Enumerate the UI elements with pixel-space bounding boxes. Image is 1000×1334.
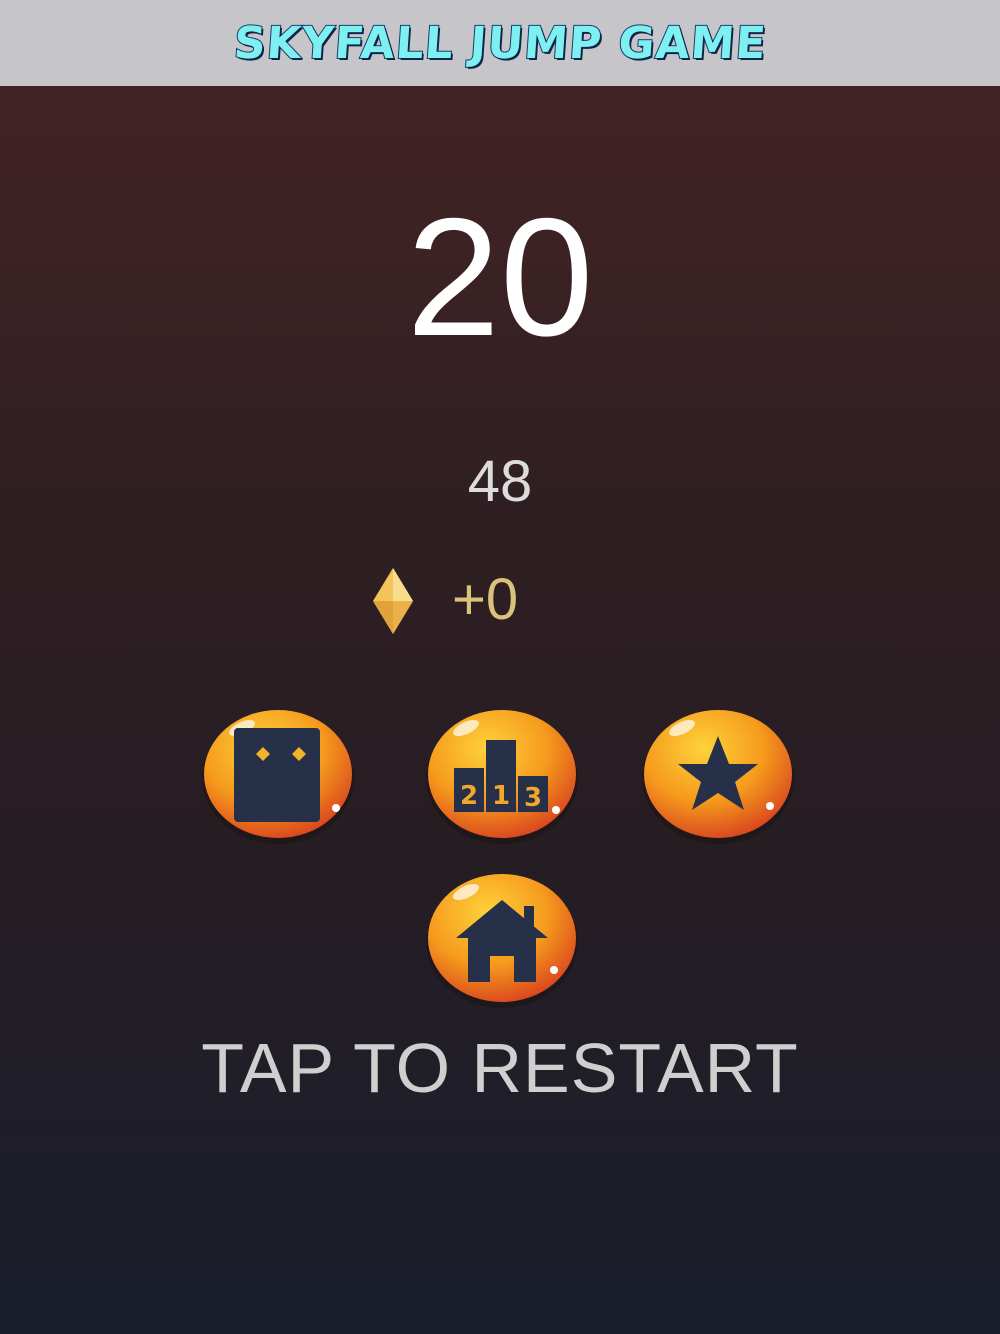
leaderboard-icon: 2 1 3	[426, 710, 578, 844]
star-icon	[642, 710, 794, 844]
podium-label-right: 3	[524, 783, 542, 813]
gem-icon	[373, 568, 413, 634]
tap-to-restart-label[interactable]: TAP TO RESTART	[0, 1028, 1000, 1108]
podium-label-left: 2	[460, 781, 478, 811]
current-score: 20	[406, 183, 594, 371]
app-title: SKYFALL JUMP GAME	[231, 17, 769, 70]
podium-label-center: 1	[492, 781, 510, 811]
leaderboard-button[interactable]: 2 1 3	[424, 706, 580, 846]
rate-button[interactable]	[640, 706, 796, 846]
home-button[interactable]	[424, 870, 580, 1010]
home-icon	[426, 874, 578, 1008]
screen: SKYFALL JUMP GAME 20 48 +0 2 1 3 TAP TO …	[0, 0, 1000, 1334]
gems-earned: +0	[0, 564, 1000, 644]
character-icon	[202, 710, 354, 844]
gems-count: +0	[452, 567, 519, 632]
best-score: 48	[467, 449, 533, 514]
title-bar: SKYFALL JUMP GAME	[0, 0, 1000, 86]
character-button[interactable]	[200, 706, 356, 846]
game-over-panel[interactable]: 20 48 +0 2 1 3 TAP TO RESTART	[0, 86, 1000, 1334]
